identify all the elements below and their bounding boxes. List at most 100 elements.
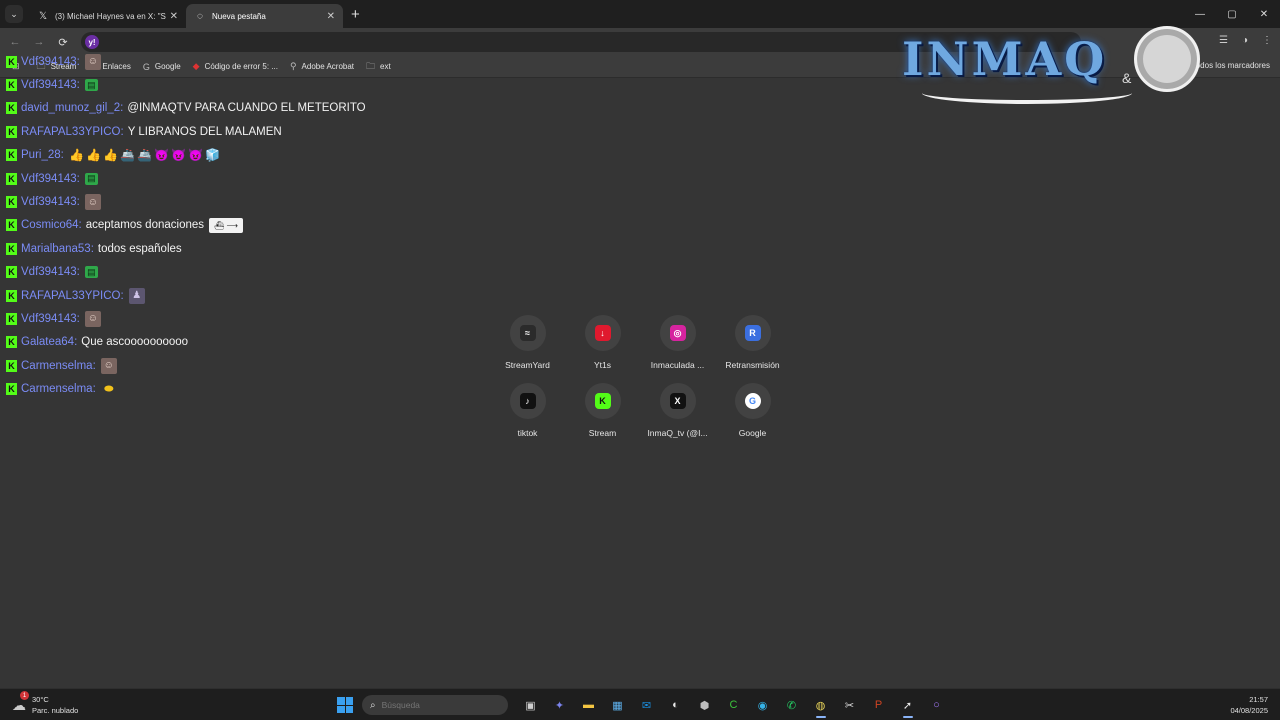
all-bookmarks[interactable]: odos los marcadores <box>1196 61 1270 70</box>
taskbar: ☁ 1 30°C Parc. nublado ⌕ ▣✦▬▦✉◐⬢C◉✆◍✂P➚○… <box>0 688 1280 720</box>
shortcut-tile[interactable]: X InmaQ_tv (@I... <box>640 383 715 438</box>
emoji-emote-icon: 😈 <box>154 148 170 163</box>
weather-widget[interactable]: ☁ 1 30°C Parc. nublado <box>12 691 78 716</box>
chat-username[interactable]: Puri_28 <box>21 149 61 161</box>
tab-nueva-pestana[interactable]: ◌ Nueva pestaña ✕ <box>186 4 343 28</box>
chat-message: K Vdf394143: ▤ <box>6 167 426 190</box>
back-button[interactable]: ← <box>3 36 27 48</box>
file-explorer-icon[interactable]: ▬ <box>574 695 603 715</box>
task-view-icon[interactable]: ▣ <box>516 695 545 715</box>
ball-emote-icon: ⬬ <box>104 382 114 395</box>
tab-michael-haynes[interactable]: 𝕏 (3) Michael Haynes va en X: "Sp ✕ <box>29 4 186 28</box>
store-icon[interactable]: ▦ <box>603 695 632 715</box>
green-emote-icon: ▤ <box>84 266 98 279</box>
x-logo-icon: 𝕏 <box>38 10 48 22</box>
teams-icon[interactable]: ✦ <box>545 695 574 715</box>
shortcut-tile[interactable]: ♪ tiktok <box>490 383 565 438</box>
close-icon[interactable]: ✕ <box>327 11 335 22</box>
profile-icon[interactable]: ◑ <box>1242 35 1248 46</box>
camtasia-icon[interactable]: C <box>719 695 748 715</box>
whatsapp-icon[interactable]: ✆ <box>777 695 806 715</box>
chat-message: K RAFAPAL33YPICO: Y LIBRANOS DEL MALAMEN <box>6 120 426 143</box>
chat-message: K Vdf394143: ☺ <box>6 50 426 73</box>
media-control-icon[interactable]: ☰ <box>1219 35 1228 46</box>
edge-icon[interactable]: ◉ <box>748 695 777 715</box>
clock[interactable]: 21:57 04/08/2025 <box>1230 694 1268 716</box>
face-emote-icon: ☺ <box>84 310 101 327</box>
kick-icon: K <box>6 55 17 68</box>
chat-username[interactable]: Vdf394143 <box>21 79 77 91</box>
pinned-app-icon[interactable]: ➚ <box>893 695 922 718</box>
powerpoint-icon[interactable]: P <box>864 695 893 715</box>
chat-username[interactable]: RAFAPAL33YPICO <box>21 126 121 138</box>
chat-username[interactable]: david_munoz_gil_2 <box>21 102 120 114</box>
close-icon[interactable]: ✕ <box>170 11 178 22</box>
chrome-icon[interactable]: ◍ <box>806 695 835 718</box>
outlook-icon[interactable]: ✉ <box>632 695 661 715</box>
chat-username[interactable]: Carmenselma <box>21 360 93 372</box>
chat-username[interactable]: Carmenselma <box>21 383 93 395</box>
maximize-button[interactable]: ▢ <box>1216 0 1248 28</box>
chat-separator: : <box>92 383 96 396</box>
shortcut-tile[interactable]: K Stream <box>565 383 640 438</box>
app-icon[interactable]: ⬢ <box>690 695 719 715</box>
chat-separator: : <box>90 242 94 255</box>
chat-text: Que ascoooooooooo <box>81 336 189 349</box>
green-emote-icon: ▤ <box>84 172 98 185</box>
taskbar-search-input[interactable] <box>381 700 492 710</box>
chat-username[interactable]: Vdf394143 <box>21 266 77 278</box>
yahoo-search-icon: y! <box>85 35 99 49</box>
tab-search-button[interactable]: ⌄ <box>5 5 23 23</box>
chat-username[interactable]: Galatea64 <box>21 336 74 348</box>
kick-icon: K <box>594 393 611 409</box>
stream-logo-overlay: INMAQ & <box>902 26 1202 108</box>
chat-username[interactable]: Marialbana53 <box>21 243 91 255</box>
reload-button[interactable]: ⟳ <box>51 36 75 49</box>
shortcut-tile[interactable]: ≈ StreamYard <box>490 315 565 370</box>
taskbar-search[interactable]: ⌕ <box>362 695 508 715</box>
chat-username[interactable]: Vdf394143 <box>21 173 77 185</box>
forward-button[interactable]: → <box>27 36 51 48</box>
circle-app-icon[interactable]: ○ <box>922 695 951 715</box>
obs-icon[interactable]: ◐ <box>661 695 690 715</box>
windows-start-button[interactable] <box>337 697 353 713</box>
capcut-icon[interactable]: ✂ <box>835 695 864 715</box>
shortcut-icon-circle: K <box>584 383 621 419</box>
chat-username[interactable]: Vdf394143 <box>21 313 77 325</box>
face-emote-icon: ☺ <box>100 357 117 374</box>
kick-icon: K <box>6 102 17 115</box>
chat-username[interactable]: Vdf394143 <box>21 196 77 208</box>
tab-title: (3) Michael Haynes va en X: "Sp <box>55 11 166 21</box>
emoji-emote-icon: 👍 <box>69 148 85 163</box>
tiktok-icon: ♪ <box>519 393 536 409</box>
shortcut-tile[interactable]: R Retransmisión <box>715 315 790 370</box>
shortcut-label: StreamYard <box>505 360 550 370</box>
shortcut-tile[interactable]: G Google <box>715 383 790 438</box>
new-tab-button[interactable]: + <box>351 6 360 23</box>
shortcut-tile[interactable]: ↓ Yt1s <box>565 315 640 370</box>
shortcut-label: Yt1s <box>593 360 611 370</box>
chat-message: K RAFAPAL33YPICO: ♟ <box>6 284 426 307</box>
logo-text: INMAQ <box>902 32 1108 86</box>
kick-icon: K <box>6 242 17 255</box>
search-icon: ⌕ <box>370 699 376 711</box>
close-window-button[interactable]: ✕ <box>1248 0 1280 28</box>
minimize-button[interactable]: — <box>1184 0 1216 28</box>
chat-username[interactable]: RAFAPAL33YPICO <box>21 290 121 302</box>
shortcut-icon-circle: G <box>734 383 771 419</box>
chat-message: K Marialbana53: todos españoles <box>6 237 426 260</box>
menu-icon[interactable]: ⋮ <box>1262 35 1272 46</box>
shortcut-tile[interactable]: ◎ Inmaculada ... <box>640 315 715 370</box>
kick-icon: K <box>6 196 17 209</box>
notification-badge: 1 <box>20 691 29 700</box>
chat-username[interactable]: Vdf394143 <box>21 56 77 68</box>
shortcut-label: Retransmisión <box>725 360 780 370</box>
chat-separator: : <box>76 196 80 209</box>
shortcut-label: Stream <box>588 428 617 438</box>
kick-icon: K <box>6 383 17 396</box>
shortcut-label: InmaQ_tv (@I... <box>647 428 708 438</box>
chat-separator: : <box>76 266 80 279</box>
chat-message: K Cosmico64: aceptamos donaciones ⛴ ⟶ <box>6 214 426 237</box>
chat-username[interactable]: Cosmico64 <box>21 219 79 231</box>
chat-separator: : <box>120 102 124 115</box>
